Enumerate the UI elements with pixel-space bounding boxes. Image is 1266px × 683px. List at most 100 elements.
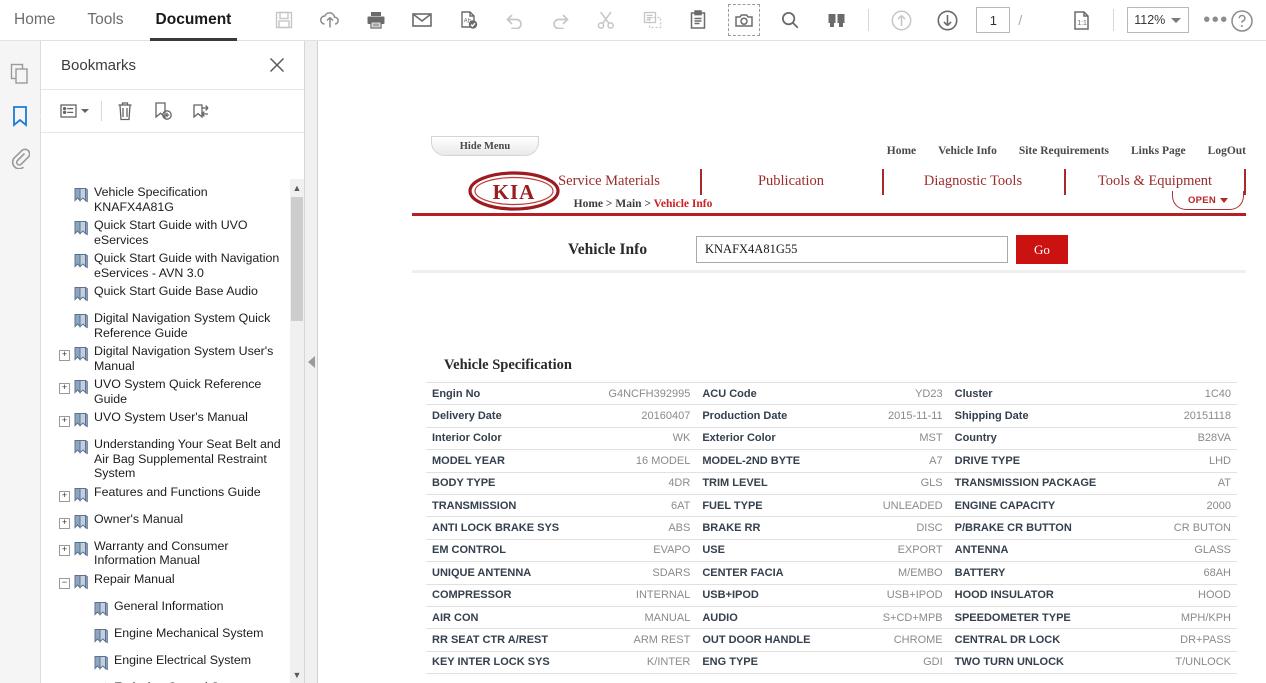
- zoom-level-select[interactable]: 112%: [1127, 7, 1189, 33]
- top-link-vehicle-info[interactable]: Vehicle Info: [938, 145, 997, 157]
- expand-icon[interactable]: +: [59, 545, 70, 556]
- actual-size-icon[interactable]: 1:1: [1064, 3, 1098, 37]
- page-thumbnails-icon[interactable]: [5, 57, 35, 91]
- bookmark-item[interactable]: +Warranty and Consumer Information Manua…: [41, 537, 305, 570]
- print-icon[interactable]: [359, 3, 393, 37]
- bookmark-item[interactable]: Emission Control System: [41, 678, 305, 683]
- bookmark-icon: [73, 541, 89, 562]
- spec-value: 20151118: [1129, 405, 1237, 427]
- bookmark-item[interactable]: + Digital Navigation System User's Manual: [41, 342, 305, 375]
- paste-icon[interactable]: [681, 3, 715, 37]
- redo-icon[interactable]: [543, 3, 577, 37]
- panel-title: Bookmarks: [61, 57, 136, 74]
- spec-key: TRANSMISSION: [426, 494, 578, 516]
- bookmark-item[interactable]: Vehicle Specification KNAFX4A81G: [41, 183, 305, 216]
- bookmark-item[interactable]: +Owner's Manual: [41, 510, 305, 537]
- upload-cloud-icon[interactable]: [313, 3, 347, 37]
- expand-icon[interactable]: +: [59, 518, 70, 529]
- bookmark-item[interactable]: Quick Start Guide with Navigation eServi…: [41, 249, 305, 282]
- bookmark-item[interactable]: Quick Start Guide with UVO eServices: [41, 216, 305, 249]
- spec-key: USB+IPOD: [696, 584, 848, 606]
- navigation-rail: [0, 41, 41, 683]
- nav-publication[interactable]: Publication: [700, 169, 882, 190]
- scroll-down-icon[interactable]: ▼: [290, 666, 304, 683]
- snapshot-icon[interactable]: [727, 3, 761, 37]
- chevron-down-icon: [1220, 198, 1228, 203]
- collapse-icon[interactable]: −: [59, 578, 70, 589]
- vin-search-input[interactable]: KNAFX4A81G55: [696, 236, 1008, 263]
- document-canvas: Hide Menu KIA Home Vehicle Info Site Req…: [318, 41, 1266, 683]
- expand-icon[interactable]: +: [59, 416, 70, 427]
- bookmarks-icon[interactable]: [5, 99, 35, 133]
- collapse-panel-icon[interactable]: [308, 356, 315, 368]
- spec-key: FUEL TYPE: [696, 494, 848, 516]
- open-menu-button[interactable]: OPEN: [1172, 191, 1244, 210]
- expand-icon[interactable]: +: [59, 350, 70, 361]
- spec-value: M/EMBO: [849, 562, 949, 584]
- help-icon[interactable]: [1228, 7, 1256, 35]
- expander-spacer: [59, 191, 70, 202]
- new-bookmark-icon[interactable]: [148, 96, 178, 126]
- panel-splitter[interactable]: [305, 41, 318, 683]
- go-button[interactable]: Go: [1016, 235, 1068, 264]
- bookmark-label: Vehicle Specification KNAFX4A81G: [94, 185, 305, 214]
- page-number-input[interactable]: 1: [976, 7, 1010, 33]
- save-icon[interactable]: [267, 3, 301, 37]
- tab-tools[interactable]: Tools: [71, 0, 139, 41]
- bookmark-item[interactable]: Understanding Your Seat Belt and Air Bag…: [41, 435, 305, 483]
- bookmark-item[interactable]: General Information: [41, 597, 305, 624]
- attachments-icon[interactable]: [5, 141, 35, 175]
- edit-bookmark-icon[interactable]: [186, 96, 216, 126]
- tab-document[interactable]: Document: [140, 0, 248, 41]
- svg-text:1:1: 1:1: [1077, 20, 1087, 27]
- top-link-logout[interactable]: LogOut: [1208, 145, 1246, 157]
- search-icon[interactable]: [773, 3, 807, 37]
- table-row: MODEL YEAR16 MODELMODEL-2ND BYTEA7DRIVE …: [426, 450, 1237, 472]
- nav-tools-equipment[interactable]: Tools & Equipment: [1064, 169, 1246, 190]
- bookmark-item[interactable]: −Repair Manual: [41, 570, 305, 597]
- tab-home[interactable]: Home: [0, 0, 71, 41]
- bookmark-item[interactable]: +UVO System User's Manual: [41, 408, 305, 435]
- bookmarks-scrollbar[interactable]: ▲ ▼: [290, 179, 304, 683]
- top-link-site-requirements[interactable]: Site Requirements: [1019, 145, 1109, 157]
- expander-spacer: [59, 290, 70, 301]
- previous-page-icon[interactable]: [884, 3, 918, 37]
- more-tools-button[interactable]: •••: [1203, 14, 1229, 26]
- scroll-up-icon[interactable]: ▲: [290, 179, 304, 196]
- email-icon[interactable]: [405, 3, 439, 37]
- top-link-links-page[interactable]: Links Page: [1131, 145, 1186, 157]
- spec-key: SPEEDOMETER TYPE: [949, 606, 1129, 628]
- bookmarks-list[interactable]: Vehicle Specification KNAFX4A81GQuick St…: [41, 179, 305, 683]
- hide-menu-button[interactable]: Hide Menu: [431, 136, 539, 156]
- next-page-icon[interactable]: [930, 3, 964, 37]
- bookmark-label: Digital Navigation System User's Manual: [94, 344, 305, 373]
- bookmark-item[interactable]: Quick Start Guide Base Audio: [41, 282, 305, 309]
- nav-service-materials[interactable]: Service Materials: [518, 169, 700, 190]
- spec-value: 6AT: [578, 494, 696, 516]
- bookmark-item[interactable]: Digital Navigation System Quick Referenc…: [41, 309, 305, 342]
- bookmark-item[interactable]: Engine Electrical System: [41, 651, 305, 678]
- copy-icon[interactable]: [635, 3, 669, 37]
- undo-icon[interactable]: [497, 3, 531, 37]
- bookmark-item[interactable]: +UVO System Quick Reference Guide: [41, 375, 305, 408]
- delete-bookmark-icon[interactable]: [110, 96, 140, 126]
- chevron-down-icon: [81, 109, 89, 113]
- bookmark-item[interactable]: +Features and Functions Guide: [41, 483, 305, 510]
- bookmark-options-icon[interactable]: [59, 96, 89, 126]
- page-separator: /: [1018, 12, 1022, 28]
- app-toolbar: Home Tools Document: [0, 0, 1266, 41]
- scrollbar-thumb[interactable]: [291, 197, 303, 321]
- cut-icon[interactable]: [589, 3, 623, 37]
- compare-icon[interactable]: [819, 3, 853, 37]
- expand-icon[interactable]: +: [59, 491, 70, 502]
- top-link-home[interactable]: Home: [887, 145, 916, 157]
- close-icon[interactable]: [266, 54, 288, 76]
- bookmark-icon: [73, 412, 89, 433]
- bookmark-item[interactable]: Engine Mechanical System: [41, 624, 305, 651]
- bookmark-icon: [73, 313, 89, 334]
- table-row: KEY INTER LOCK SYSK/INTERENG TYPEGDITWO …: [426, 651, 1237, 673]
- accessibility-check-icon[interactable]: Ab: [451, 3, 485, 37]
- nav-diagnostic-tools[interactable]: Diagnostic Tools: [882, 169, 1064, 190]
- table-row: RR SEAT CTR A/RESTARM RESTOUT DOOR HANDL…: [426, 629, 1237, 651]
- expand-icon[interactable]: +: [59, 383, 70, 394]
